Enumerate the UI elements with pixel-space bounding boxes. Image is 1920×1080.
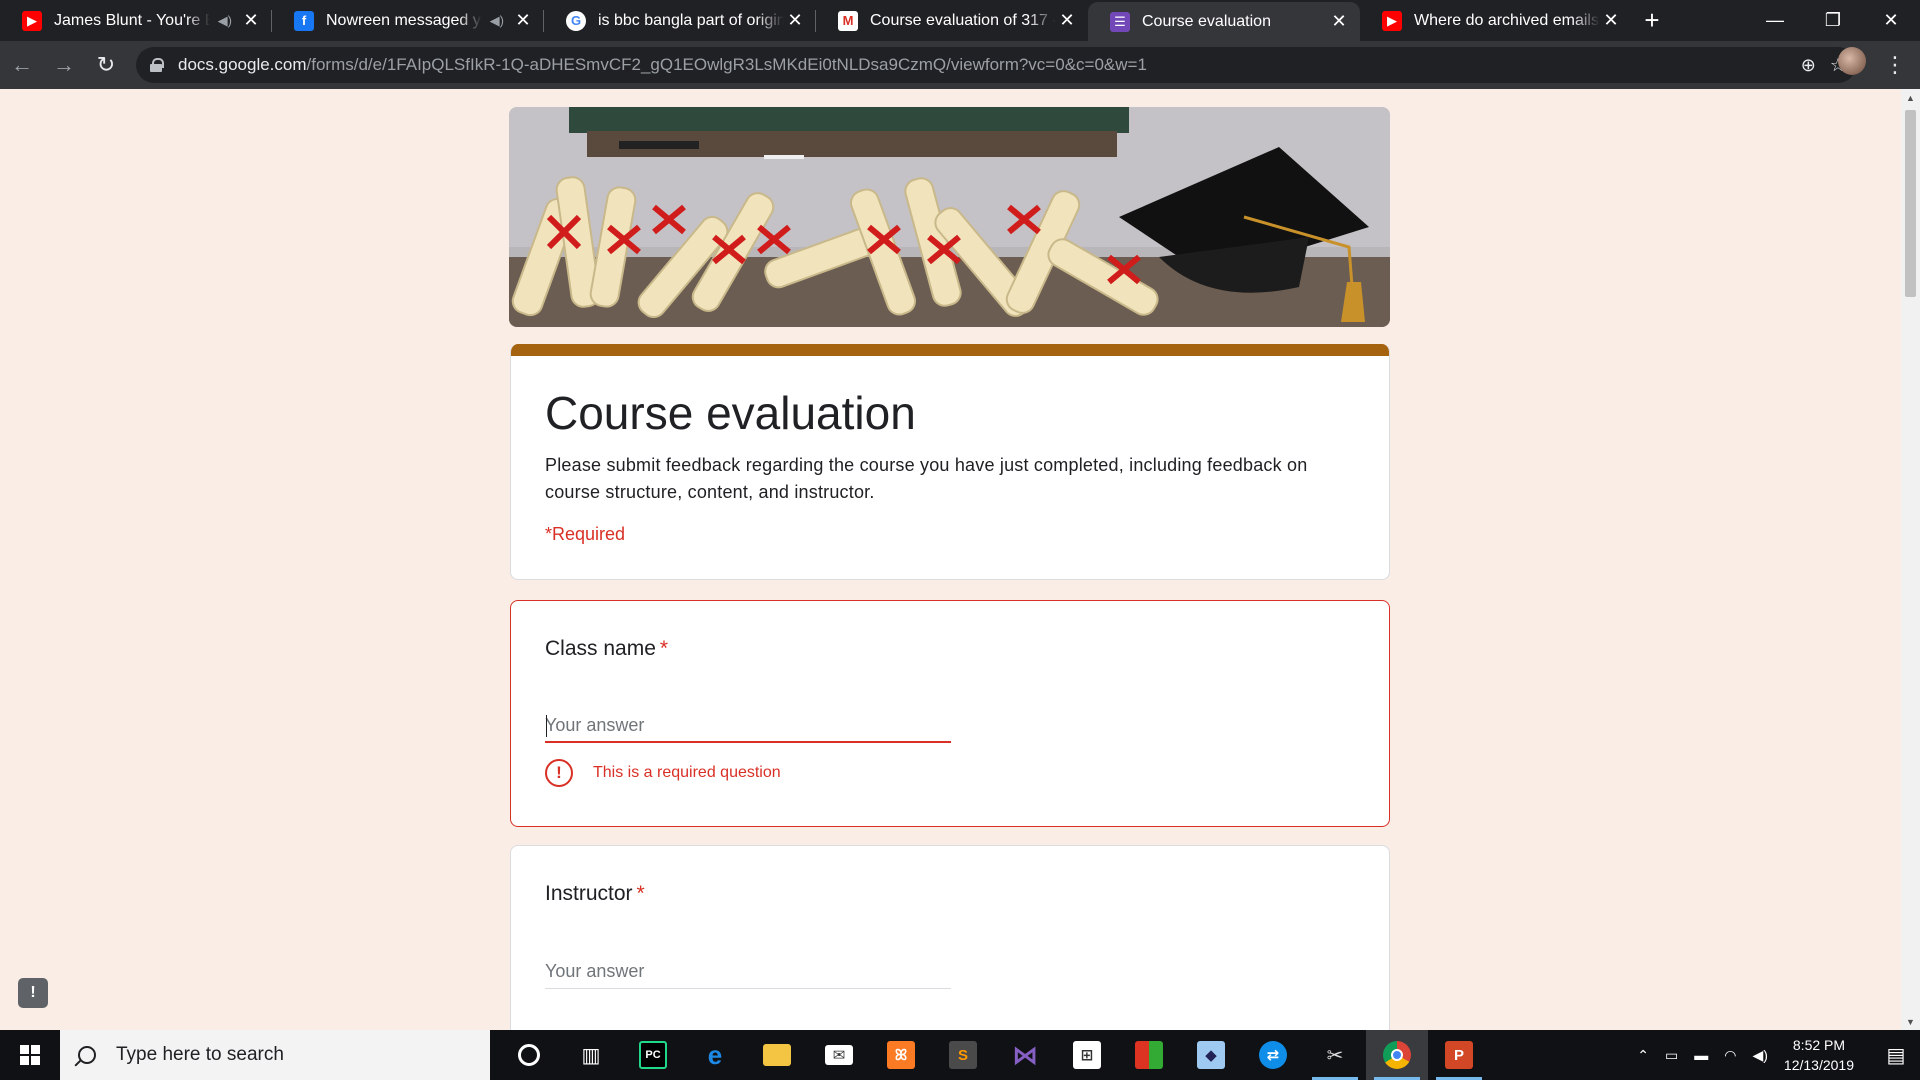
url-text[interactable]: docs.google.com/forms/d/e/1FAIpQLSfIkR-1… <box>178 55 1147 75</box>
clock-date: 12/13/2019 <box>1783 1057 1854 1073</box>
browser-tab[interactable]: M Course evaluation of 317 - n ✕ <box>816 0 1088 41</box>
question-card-instructor: Instructor * <box>510 845 1390 1030</box>
zoom-icon[interactable]: ⊕ <box>1801 55 1816 76</box>
theme-accent-bar <box>511 344 1389 356</box>
close-tab-icon[interactable]: ✕ <box>1328 11 1350 33</box>
class-name-input[interactable] <box>545 709 951 743</box>
system-tray: ⌃ ▭ ▬ ◠ ◀) 8:52 PM 12/13/2019 ▤ <box>1629 1030 1920 1080</box>
profile-avatar[interactable] <box>1838 47 1866 75</box>
action-center-icon[interactable]: ▤ <box>1872 1030 1920 1080</box>
required-asterisk: * <box>659 637 669 660</box>
required-note: *Required <box>545 524 626 544</box>
cortana-icon[interactable] <box>498 1030 560 1080</box>
window-controls: — ❐ ✕ <box>1746 0 1920 40</box>
chevron-up-icon[interactable]: ⌃ <box>1637 1047 1649 1064</box>
question-label: Class name * <box>545 637 669 660</box>
browser-tab[interactable]: ▶ Where do archived emails go ✕ <box>1360 0 1632 41</box>
google-icon: G <box>566 10 586 31</box>
browser-toolbar: ← → ↻ docs.google.com/forms/d/e/1FAIpQLS… <box>0 41 1920 89</box>
browser-tab[interactable]: ▶ James Blunt - You're Beautiful ◀) ✕ <box>0 0 272 41</box>
tab-title: is bbc bangla part of original <box>598 11 784 29</box>
search-placeholder: Type here to search <box>116 1044 284 1065</box>
teamviewer-icon[interactable]: ⇄ <box>1242 1030 1304 1080</box>
instructor-input[interactable] <box>545 955 951 989</box>
browser-tab[interactable]: G is bbc bangla part of original ✕ <box>544 0 816 41</box>
xampp-icon[interactable]: ꕤ <box>870 1030 932 1080</box>
chrome-icon[interactable] <box>1366 1030 1428 1080</box>
wifi-icon[interactable]: ◠ <box>1724 1047 1736 1064</box>
form-header-image <box>509 107 1390 327</box>
browser-tab[interactable]: f Nowreen messaged you ◀) ✕ <box>272 0 544 41</box>
restore-icon[interactable]: ❐ <box>1804 0 1862 40</box>
pycharm-icon[interactable]: PC <box>622 1030 684 1080</box>
windows-logo-icon <box>20 1045 40 1065</box>
taskbar-search-box[interactable]: Type here to search <box>60 1030 490 1080</box>
windows-taskbar: Type here to search ▥ PC e ✉ ꕤ S ⋈ ⊞ ◆ ⇄… <box>0 1030 1920 1080</box>
close-tab-icon[interactable]: ✕ <box>512 10 534 32</box>
google-forms-icon: ☰ <box>1110 11 1130 32</box>
tab-title: Course evaluation of 317 - n <box>870 11 1056 29</box>
error-message: This is a required question <box>593 764 781 781</box>
facebook-icon: f <box>294 10 314 31</box>
minimize-icon[interactable]: — <box>1746 0 1804 40</box>
search-icon <box>78 1046 96 1064</box>
question-card-class-name: Class name* ! This is a required questio… <box>510 600 1390 827</box>
taskbar-apps: ▥ PC e ✉ ꕤ S ⋈ ⊞ ◆ ⇄ ✂ P <box>498 1030 1490 1080</box>
page-content: Course evaluation Please submit feedback… <box>0 89 1901 1030</box>
forward-arrow-icon[interactable]: → <box>44 45 84 85</box>
form-description: Please submit feedback regarding the cou… <box>545 455 1308 502</box>
close-window-icon[interactable]: ✕ <box>1862 0 1920 40</box>
browser-tabstrip: ▶ James Blunt - You're Beautiful ◀) ✕ f … <box>0 0 1920 41</box>
volume-icon[interactable]: ◀) <box>1752 1047 1767 1064</box>
error-exclamation-icon: ! <box>545 759 573 787</box>
edge-icon[interactable]: e <box>684 1030 746 1080</box>
visual-studio-icon[interactable]: ⋈ <box>994 1030 1056 1080</box>
question-label: Instructor * <box>545 882 645 905</box>
browser-tab-active[interactable]: ☰ Course evaluation ✕ <box>1088 2 1360 41</box>
store-icon[interactable]: ⊞ <box>1056 1030 1118 1080</box>
form-title: Course evaluation <box>545 387 916 439</box>
powerpoint-icon[interactable]: P <box>1428 1030 1490 1080</box>
page-scrollbar[interactable]: ▲ ▼ <box>1901 89 1920 1030</box>
scroll-up-arrow-icon[interactable]: ▲ <box>1901 89 1920 106</box>
report-feedback-icon[interactable]: ! <box>18 978 48 1008</box>
reload-icon[interactable]: ↻ <box>86 45 126 85</box>
lock-icon[interactable] <box>150 58 164 72</box>
start-button[interactable] <box>0 1030 60 1080</box>
tab-title: Where do archived emails go <box>1414 11 1600 29</box>
close-tab-icon[interactable]: ✕ <box>1056 10 1078 32</box>
new-tab-button[interactable]: + <box>1632 0 1672 41</box>
sublime-text-icon[interactable]: S <box>932 1030 994 1080</box>
required-asterisk: * <box>636 882 645 905</box>
tab-title: Course evaluation <box>1142 12 1271 30</box>
youtube-icon: ▶ <box>22 10 42 31</box>
close-tab-icon[interactable]: ✕ <box>1600 10 1622 32</box>
taskbar-clock[interactable]: 8:52 PM 12/13/2019 <box>1784 1035 1854 1075</box>
file-explorer-icon[interactable] <box>746 1030 808 1080</box>
clock-time: 8:52 PM <box>1792 1037 1846 1053</box>
speaker-icon[interactable]: ◀) <box>218 13 232 29</box>
scrollbar-thumb[interactable] <box>1905 110 1916 297</box>
close-tab-icon[interactable]: ✕ <box>240 10 262 32</box>
text-caret <box>546 715 547 737</box>
scroll-down-arrow-icon[interactable]: ▼ <box>1901 1013 1920 1030</box>
virtualbox-icon[interactable]: ◆ <box>1180 1030 1242 1080</box>
youtube-icon: ▶ <box>1382 10 1402 31</box>
back-arrow-icon[interactable]: ← <box>2 45 42 85</box>
speaker-icon[interactable]: ◀) <box>490 13 504 29</box>
battery-icon[interactable]: ▬ <box>1694 1047 1708 1063</box>
tablet-icon[interactable]: ▭ <box>1665 1047 1678 1064</box>
address-bar[interactable]: docs.google.com/forms/d/e/1FAIpQLSfIkR-1… <box>136 47 1856 83</box>
snipping-tool-icon[interactable]: ✂ <box>1304 1030 1366 1080</box>
mail-icon[interactable]: ✉ <box>808 1030 870 1080</box>
task-view-icon[interactable]: ▥ <box>560 1030 622 1080</box>
winrar-icon[interactable] <box>1118 1030 1180 1080</box>
form-title-card: Course evaluation Please submit feedback… <box>510 344 1390 580</box>
gmail-icon: M <box>838 10 858 31</box>
tab-title: James Blunt - You're Beautiful <box>54 11 210 29</box>
tab-title: Nowreen messaged you <box>326 11 482 29</box>
menu-dots-icon[interactable]: ⋮ <box>1880 45 1910 85</box>
error-message-row: ! This is a required question <box>545 759 781 787</box>
close-tab-icon[interactable]: ✕ <box>784 10 806 32</box>
